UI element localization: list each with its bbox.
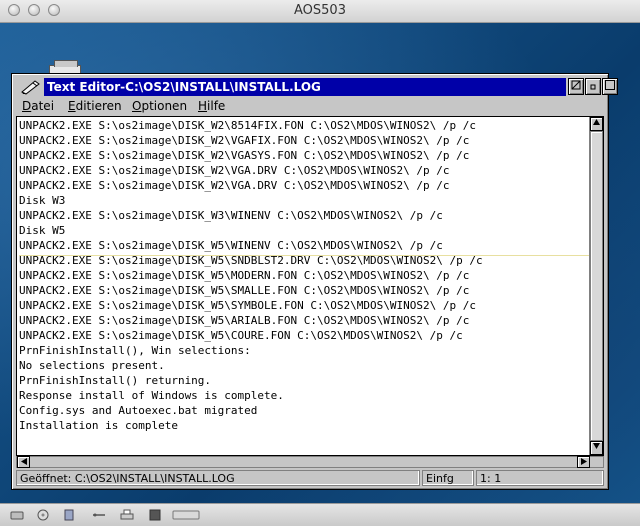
text-line: Disk W5: [19, 224, 66, 237]
maximize-icon: [605, 80, 615, 90]
scroll-right-button[interactable]: [577, 456, 590, 468]
text-line: UNPACK2.EXE S:\os2image\DISK_W2\VGA.DRV …: [19, 179, 450, 192]
text-line: UNPACK2.EXE S:\os2image\DISK_W5\SMALLE.F…: [19, 284, 470, 297]
text-line: UNPACK2.EXE S:\os2image\DISK_W5\MODERN.F…: [19, 269, 470, 282]
arrow-down-icon: [593, 443, 600, 449]
status-cursor-position: 1: 1: [476, 470, 604, 486]
menu-bar: Datei Editieren Optionen Hilfe: [16, 97, 604, 115]
host-window-title: AOS503: [294, 3, 346, 18]
maximize-button[interactable]: [602, 78, 618, 95]
status-bar: Geöffnet: C:\OS2\INSTALL\INSTALL.LOG Ein…: [16, 469, 604, 487]
keyboard-icon[interactable]: [172, 509, 200, 521]
text-line: PrnFinishInstall() returning.: [19, 374, 212, 387]
text-editor-window: Text Editor-C:\OS2\INSTALL\INSTALL.LOG D…: [11, 73, 618, 490]
text-line: UNPACK2.EXE S:\os2image\DISK_W2\VGAFIX.F…: [19, 134, 470, 147]
menu-optionen[interactable]: Optionen: [132, 97, 187, 115]
menu-hilfe[interactable]: Hilfe: [198, 97, 225, 115]
scroll-up-button[interactable]: [590, 117, 603, 131]
system-menu-pen-icon[interactable]: [20, 79, 42, 95]
text-line: UNPACK2.EXE S:\os2image\DISK_W5\SYMBOLE.…: [19, 299, 476, 312]
arrow-left-icon: [20, 458, 27, 465]
shared-folder-icon[interactable]: [62, 509, 76, 521]
desktop: Text Editor-C:\OS2\INSTALL\INSTALL.LOG D…: [0, 23, 640, 503]
arrow-up-icon: [593, 119, 600, 125]
menu-editieren[interactable]: Editieren: [68, 97, 122, 115]
window-titlebar[interactable]: Text Editor-C:\OS2\INSTALL\INSTALL.LOG: [16, 77, 618, 97]
hide-icon: [571, 80, 581, 90]
hide-button[interactable]: [568, 78, 584, 95]
zoom-circle-icon[interactable]: [48, 4, 60, 16]
close-circle-icon[interactable]: [8, 4, 20, 16]
scroll-down-button[interactable]: [590, 441, 603, 455]
text-line: PrnFinishInstall(), Win selections:: [19, 344, 251, 357]
text-line: Disk W3: [19, 194, 66, 207]
scroll-left-button[interactable]: [17, 456, 30, 468]
text-line: UNPACK2.EXE S:\os2image\DISK_W3\WINENV C…: [19, 209, 443, 222]
horizontal-scrollbar[interactable]: [16, 456, 604, 468]
text-line: Response install of Windows is complete.: [19, 389, 284, 402]
text-line: UNPACK2.EXE S:\os2image\DISK_W5\ARIALB.F…: [19, 314, 470, 327]
menu-datei[interactable]: Datei: [22, 97, 54, 115]
text-line: UNPACK2.EXE S:\os2image\DISK_W2\VGA.DRV …: [19, 164, 450, 177]
text-lines: UNPACK2.EXE S:\os2image\DISK_W2\8514FIX.…: [19, 118, 589, 433]
usb-icon[interactable]: [92, 509, 106, 521]
editor-text-area[interactable]: UNPACK2.EXE S:\os2image\DISK_W2\8514FIX.…: [16, 116, 604, 456]
text-line: UNPACK2.EXE S:\os2image\DISK_W2\8514FIX.…: [19, 119, 476, 132]
text-line: UNPACK2.EXE S:\os2image\DISK_W5\SNDBLST2…: [19, 254, 483, 267]
host-titlebar: AOS503: [0, 0, 640, 23]
text-line: No selections present.: [19, 359, 165, 372]
hard-disk-icon[interactable]: [10, 509, 24, 521]
display-icon[interactable]: [148, 509, 162, 521]
text-line: Config.sys and Autoexec.bat migrated: [19, 404, 258, 417]
status-insert-mode: Einfg: [422, 470, 474, 486]
text-line: UNPACK2.EXE S:\os2image\DISK_W5\COURE.FO…: [19, 329, 463, 342]
host-status-toolbar: [0, 503, 640, 526]
status-file: Geöffnet: C:\OS2\INSTALL\INSTALL.LOG: [16, 470, 420, 486]
cd-icon[interactable]: [36, 509, 50, 521]
scrollbar-thumb[interactable]: [590, 131, 603, 441]
minimize-button[interactable]: [585, 78, 601, 95]
text-line: UNPACK2.EXE S:\os2image\DISK_W2\VGASYS.F…: [19, 149, 470, 162]
printer-icon[interactable]: [120, 509, 134, 521]
minimize-icon: [590, 84, 596, 90]
text-line: Installation is complete: [19, 419, 178, 432]
minimize-circle-icon[interactable]: [28, 4, 40, 16]
arrow-right-icon: [580, 458, 587, 465]
vertical-scrollbar[interactable]: [589, 117, 603, 455]
text-line: UNPACK2.EXE S:\os2image\DISK_W5\WINENV C…: [19, 239, 443, 252]
window-title: Text Editor-C:\OS2\INSTALL\INSTALL.LOG: [44, 78, 566, 96]
